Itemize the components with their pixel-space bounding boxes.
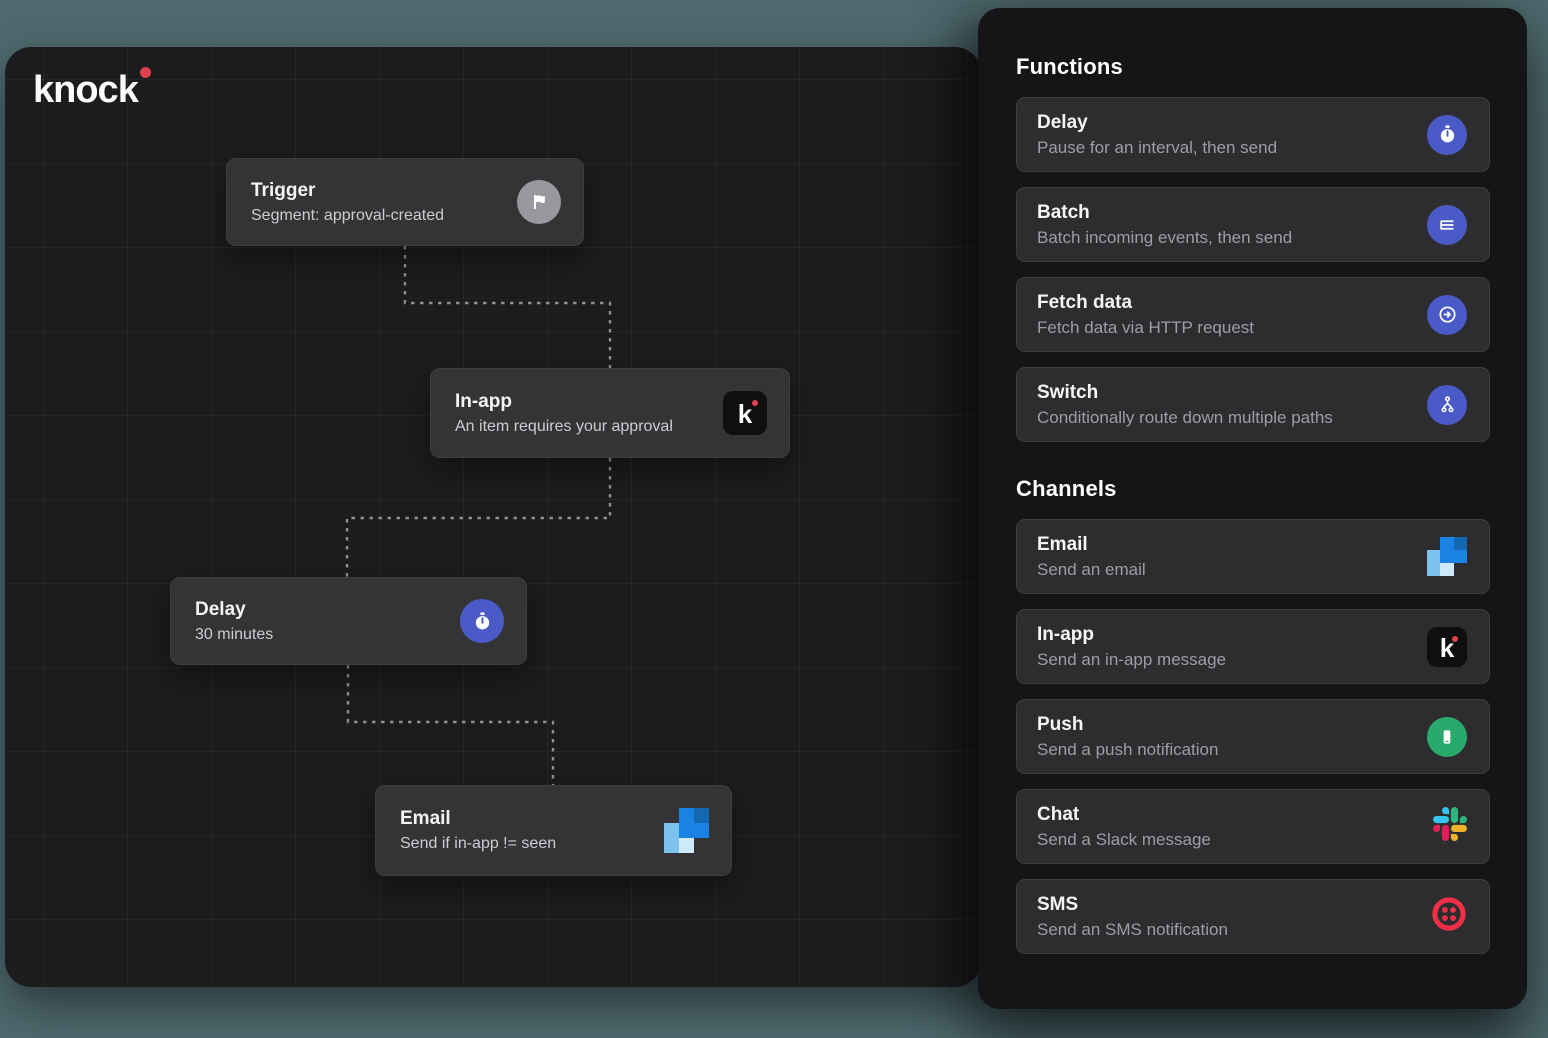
section-title-channels: Channels [1016,476,1490,502]
channel-item-push[interactable]: Push Send a push notification [1016,699,1490,774]
item-subtitle: Batch incoming events, then send [1037,228,1292,248]
node-title: In-app [455,391,673,413]
knock-logo-dot-icon [140,67,151,78]
function-item-delay[interactable]: Delay Pause for an interval, then send [1016,97,1490,172]
item-title: Delay [1037,112,1277,134]
item-title: SMS [1037,894,1228,916]
fetch-icon [1427,295,1467,335]
sendgrid-icon [1427,537,1467,577]
section-title-functions: Functions [1016,54,1490,80]
item-title: Fetch data [1037,292,1254,314]
workflow-node-in-app[interactable]: In-app An item requires your approval k [430,368,790,458]
node-subtitle: Send if in-app != seen [400,835,556,853]
workflow-canvas[interactable]: knock Trigger Segment: approval-created In… [5,47,981,987]
item-subtitle: Send an email [1037,560,1146,580]
flag-icon [517,180,561,224]
item-subtitle: Send an SMS notification [1037,920,1228,940]
connector-2 [347,458,610,577]
item-title: Batch [1037,202,1292,224]
channel-item-email[interactable]: Email Send an email [1016,519,1490,594]
item-title: Switch [1037,382,1333,404]
knock-logo: knock [33,69,151,112]
node-title: Email [400,808,556,830]
channel-item-sms[interactable]: SMS Send an SMS notification [1016,879,1490,954]
node-subtitle: An item requires your approval [455,418,673,436]
workflow-node-delay[interactable]: Delay 30 minutes [170,577,527,665]
batch-icon [1427,205,1467,245]
knock-icon: k [1427,627,1467,667]
knock-icon: k [723,391,767,435]
connector-1 [405,246,610,368]
twilio-icon [1431,896,1467,937]
connector-3 [348,665,553,785]
section-functions: Functions Delay Pause for an interval, the… [1016,54,1490,442]
item-title: In-app [1037,624,1226,646]
push-icon [1427,717,1467,757]
node-title: Delay [195,599,273,621]
item-subtitle: Conditionally route down multiple paths [1037,408,1333,428]
delay-icon [1427,115,1467,155]
item-title: Email [1037,534,1146,556]
item-subtitle: Send an in-app message [1037,650,1226,670]
function-item-switch[interactable]: Switch Conditionally route down multiple … [1016,367,1490,442]
item-subtitle: Pause for an interval, then send [1037,138,1277,158]
item-subtitle: Fetch data via HTTP request [1037,318,1254,338]
function-item-fetch-data[interactable]: Fetch data Fetch data via HTTP request [1016,277,1490,352]
delay-icon [460,599,504,643]
slack-icon [1433,807,1467,846]
node-title: Trigger [251,180,444,202]
item-subtitle: Send a Slack message [1037,830,1211,850]
section-channels: Channels Email Send an email In-app Send an … [1016,476,1490,954]
knock-logo-text: knock [33,69,138,112]
channel-item-in-app[interactable]: In-app Send an in-app message k [1016,609,1490,684]
function-item-batch[interactable]: Batch Batch incoming events, then send [1016,187,1490,262]
workflow-node-trigger[interactable]: Trigger Segment: approval-created [226,158,584,246]
steps-panel: Functions Delay Pause for an interval, the… [978,8,1527,1009]
item-subtitle: Send a push notification [1037,740,1218,760]
node-subtitle: Segment: approval-created [251,207,444,225]
workflow-node-email[interactable]: Email Send if in-app != seen [375,785,732,876]
switch-icon [1427,385,1467,425]
item-title: Push [1037,714,1218,736]
item-title: Chat [1037,804,1211,826]
node-subtitle: 30 minutes [195,626,273,644]
channel-item-chat[interactable]: Chat Send a Slack message [1016,789,1490,864]
sendgrid-icon [664,808,709,853]
